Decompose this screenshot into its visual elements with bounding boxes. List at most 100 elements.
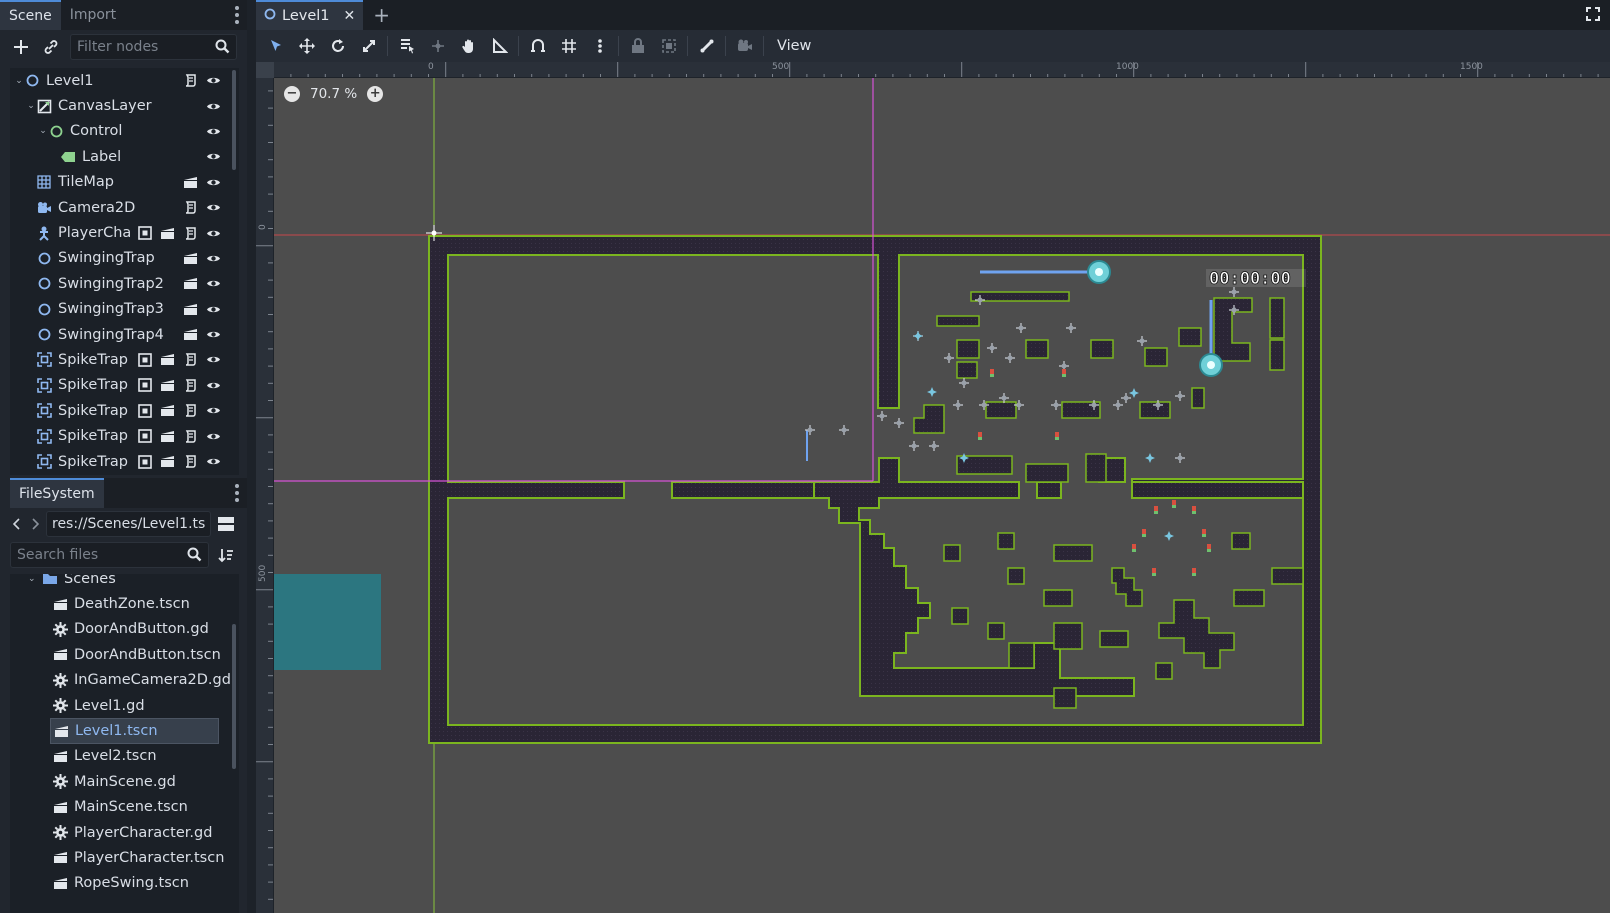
view-menu[interactable]: View [767,38,821,54]
group-icon[interactable] [653,30,684,62]
groups-icon[interactable] [137,352,152,367]
tab-scene[interactable]: Scene [0,0,61,30]
select-mode-icon[interactable] [260,30,291,62]
tree-item-tilemap[interactable]: TileMap [10,170,239,195]
search-files-field[interactable] [10,542,209,568]
folder-item[interactable]: ⌄ Scenes [10,574,239,591]
open-scene-clapboard-icon[interactable] [160,429,175,444]
tree-item-control[interactable]: ⌄ Control [10,119,239,144]
visibility-eye-icon[interactable] [206,454,221,469]
visibility-eye-icon[interactable] [206,200,221,215]
visibility-eye-icon[interactable] [206,73,221,88]
tree-item-level1[interactable]: ⌄ Level1 [10,68,239,93]
file-item[interactable]: MainScene.gd [10,769,239,794]
script-icon[interactable] [183,352,198,367]
visibility-eye-icon[interactable] [206,99,221,114]
tree-item-spiketrap[interactable]: SpikeTrap [10,398,239,423]
scene-tab-level1[interactable]: Level1 ✕ [256,0,364,30]
filter-nodes-field[interactable] [70,34,237,60]
close-icon[interactable]: ✕ [344,8,356,24]
back-arrow-icon[interactable] [10,513,24,535]
zoom-in-icon[interactable]: + [367,86,384,102]
file-item[interactable]: PlayerCharacter.gd [10,820,239,845]
visibility-eye-icon[interactable] [206,124,221,139]
sort-icon[interactable] [215,544,237,566]
groups-icon[interactable] [137,429,152,444]
move-mode-icon[interactable] [291,30,322,62]
open-scene-clapboard-icon[interactable] [160,352,175,367]
tree-item-playercha[interactable]: PlayerCha [10,220,239,245]
filter-nodes-input[interactable] [77,39,230,55]
script-icon[interactable] [183,403,198,418]
tab-filesystem[interactable]: FileSystem [10,478,104,508]
visibility-eye-icon[interactable] [206,327,221,342]
open-scene-clapboard-icon[interactable] [160,226,175,241]
visibility-eye-icon[interactable] [206,403,221,418]
visibility-eye-icon[interactable] [206,378,221,393]
split-view-icon[interactable] [215,513,237,535]
instance-scene-link-icon[interactable] [40,36,62,58]
tree-item-swingingtrap2[interactable]: SwingingTrap2 [10,271,239,296]
groups-icon[interactable] [137,378,152,393]
script-icon[interactable] [183,73,198,88]
visibility-eye-icon[interactable] [206,302,221,317]
file-item[interactable]: PlayerCharacter.tscn [10,845,239,870]
visibility-eye-icon[interactable] [206,149,221,164]
file-item[interactable]: DoorAndButton.tscn [10,642,239,667]
file-item[interactable]: Level1.gd [10,693,239,718]
new-scene-tab-icon[interactable]: + [373,0,390,30]
file-item[interactable]: RopeSwing.tscn [10,871,239,896]
skeleton-bone-icon[interactable] [691,30,722,62]
scene-dock-menu-icon[interactable] [235,6,239,24]
file-item[interactable]: InGameCamera2D.gd [10,668,239,693]
visibility-eye-icon[interactable] [206,276,221,291]
tab-import[interactable]: Import [61,0,125,30]
list-select-icon[interactable] [391,30,422,62]
lock-icon[interactable] [622,30,653,62]
script-icon[interactable] [183,429,198,444]
path-field[interactable]: res://Scenes/Level1.ts [46,511,211,537]
visibility-eye-icon[interactable] [206,429,221,444]
tree-item-swingingtrap4[interactable]: SwingingTrap4 [10,322,239,347]
tree-item-canvaslayer[interactable]: ⌄ CanvasLayer [10,93,239,118]
scale-mode-icon[interactable] [353,30,384,62]
open-scene-clapboard-icon[interactable] [160,403,175,418]
open-scene-clapboard-icon[interactable] [183,276,198,291]
canvas-viewport[interactable]: 00:00:00 − 70.7 % + [274,78,1610,913]
groups-icon[interactable] [137,403,152,418]
open-scene-clapboard-icon[interactable] [160,378,175,393]
script-icon[interactable] [183,454,198,469]
open-scene-clapboard-icon[interactable] [160,454,175,469]
search-files-input[interactable] [17,547,202,563]
tree-item-swingingtrap[interactable]: SwingingTrap [10,246,239,271]
pivot-mode-icon[interactable] [422,30,453,62]
groups-icon[interactable] [137,226,152,241]
level-scene-canvas[interactable]: 00:00:00 [274,78,1610,913]
script-icon[interactable] [183,378,198,393]
forward-arrow-icon[interactable] [28,513,42,535]
file-item[interactable]: Level2.tscn [10,744,239,769]
chevron-down-icon[interactable]: ⌄ [26,101,36,111]
script-icon[interactable] [183,200,198,215]
visibility-eye-icon[interactable] [206,226,221,241]
chevron-down-icon[interactable]: ⌄ [38,126,48,136]
tree-item-spiketrap[interactable]: SpikeTrap [10,373,239,398]
open-scene-clapboard-icon[interactable] [183,302,198,317]
groups-icon[interactable] [137,454,152,469]
tree-item-spiketrap[interactable]: SpikeTrap [10,449,239,474]
tree-item-swingingtrap3[interactable]: SwingingTrap3 [10,297,239,322]
zoom-level[interactable]: 70.7 % [310,86,357,102]
file-item[interactable]: Level1.tscn [50,718,219,744]
grid-snap-icon[interactable] [553,30,584,62]
tree-item-camera2d[interactable]: Camera2D [10,195,239,220]
zoom-out-icon[interactable]: − [284,86,300,102]
open-scene-clapboard-icon[interactable] [183,251,198,266]
distraction-free-icon[interactable] [1586,7,1600,25]
open-scene-clapboard-icon[interactable] [183,175,198,190]
chevron-down-icon[interactable]: ⌄ [28,574,42,584]
chevron-down-icon[interactable]: ⌄ [14,76,24,86]
file-item[interactable]: DeathZone.tscn [10,591,239,616]
script-icon[interactable] [183,226,198,241]
file-item[interactable]: MainScene.tscn [10,795,239,820]
visibility-eye-icon[interactable] [206,175,221,190]
